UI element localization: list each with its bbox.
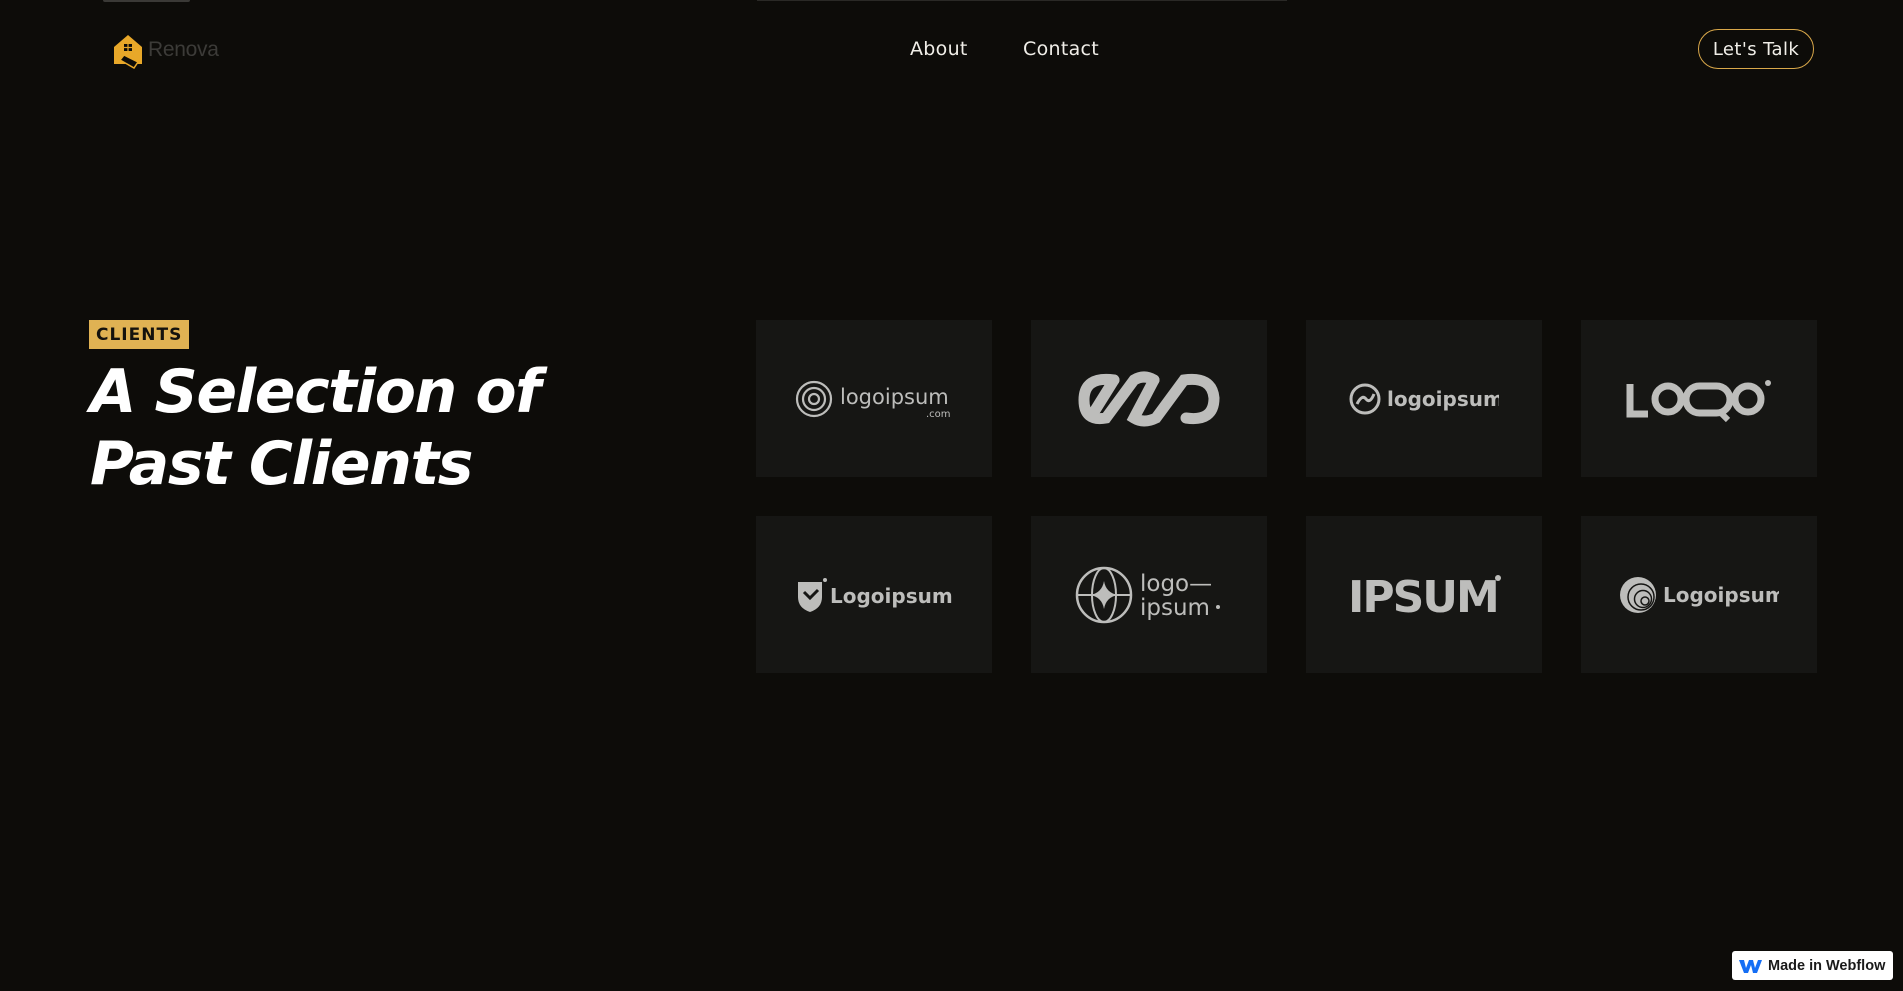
- client-name: Logoipsum: [1663, 583, 1779, 607]
- webflow-badge-label: Made in Webflow: [1768, 957, 1886, 974]
- nav-contact-link[interactable]: Contact: [1023, 38, 1099, 60]
- section-heading: A Selection of Past Clients: [90, 357, 541, 499]
- chain-links-icon: [1078, 371, 1220, 426]
- main-nav: About Contact: [0, 38, 1903, 62]
- spiral-circle-icon: logoipsum .com: [795, 380, 951, 420]
- webflow-w-icon: [1739, 959, 1762, 973]
- client-name: logoipsum: [1387, 387, 1499, 411]
- client-name: logo—: [1140, 571, 1212, 597]
- looo-wordmark-icon: [1626, 379, 1771, 422]
- made-in-webflow-badge[interactable]: Made in Webflow: [1732, 951, 1893, 980]
- client-logo-tile: [1581, 320, 1817, 477]
- client-logo-tile: Logoipsum: [756, 516, 992, 673]
- client-logo-tile: Logoipsum: [1581, 516, 1817, 673]
- top-decor-line: [103, 0, 190, 2]
- ripple-circle-icon: Logoipsum: [1620, 576, 1779, 613]
- wave-circle-icon: logoipsum: [1349, 383, 1499, 414]
- client-name: IPSUM: [1348, 572, 1498, 620]
- client-name-line2: ipsum: [1140, 595, 1210, 621]
- client-name: logoipsum: [840, 385, 949, 409]
- globe-star-icon: logo— ipsum: [1075, 566, 1220, 623]
- top-divider: [757, 0, 1287, 1]
- client-logo-tile: [1031, 320, 1267, 477]
- shield-icon: Logoipsum: [798, 577, 953, 612]
- client-subtext: .com: [926, 409, 951, 420]
- client-logo-tile: logoipsum .com: [756, 320, 992, 477]
- client-logo-grid: logoipsum .com logoipsum Logoipsum logo—…: [756, 320, 1817, 673]
- client-name: Logoipsum: [830, 584, 953, 608]
- lets-talk-button[interactable]: Let's Talk: [1698, 29, 1814, 69]
- client-logo-tile: IPSUM: [1306, 516, 1542, 673]
- client-logo-tile: logoipsum: [1306, 320, 1542, 477]
- section-badge: CLIENTS: [89, 320, 190, 349]
- ipsum-wordmark-icon: IPSUM: [1348, 572, 1501, 620]
- client-logo-tile: logo— ipsum: [1031, 516, 1267, 673]
- nav-about-link[interactable]: About: [910, 38, 968, 60]
